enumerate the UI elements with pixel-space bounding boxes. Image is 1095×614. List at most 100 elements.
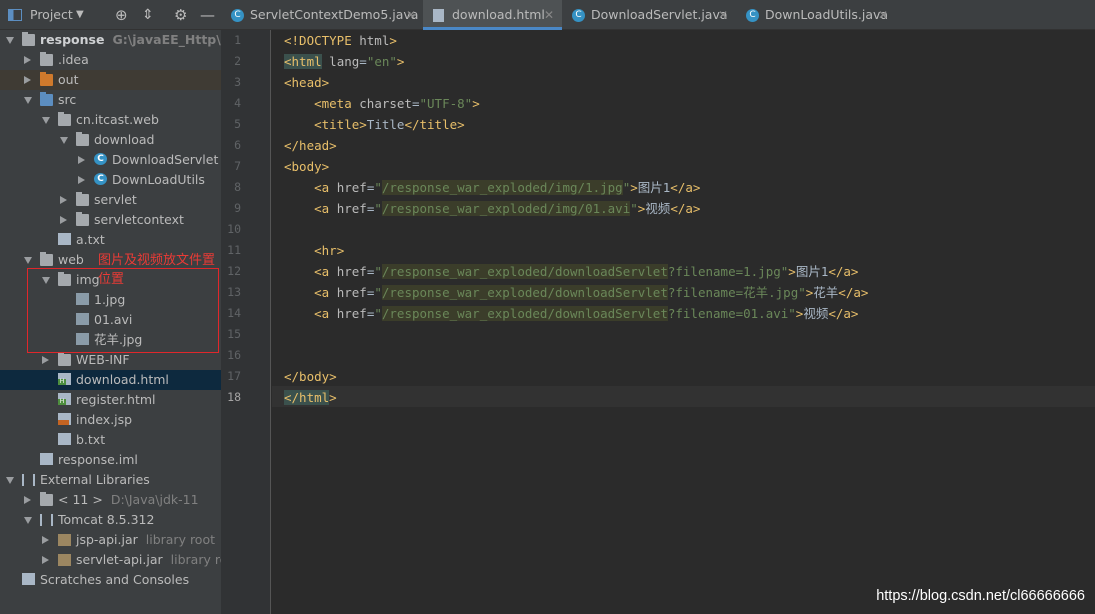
tab-servletcontextdemo5[interactable]: C ServletContextDemo5.java ✕ [221,0,423,30]
close-icon[interactable]: ✕ [544,0,554,30]
chevron-right-icon[interactable] [24,56,31,64]
tree-item-label: .idea [58,52,89,67]
chevron-right-icon[interactable] [42,556,49,564]
folder-icon [58,352,71,366]
tree-item-response[interactable]: responseG:\javaEE_Http\http_ [0,30,221,50]
chevron-right-icon[interactable] [78,156,85,164]
tree-item-label: src [58,92,77,107]
tree-item-index-jsp[interactable]: index.jsp [0,410,221,430]
chevron-down-icon[interactable] [6,477,14,484]
chevron-right-icon[interactable] [78,176,85,184]
chevron-down-icon[interactable] [24,97,32,104]
project-panel-header: Project ▼ ⊕ ⇕ ⚙ — [0,0,221,30]
locate-target-icon[interactable]: ⊕ [115,0,128,30]
folder-icon [40,52,53,66]
chevron-down-icon[interactable] [60,137,68,144]
jdk-icon [40,492,53,506]
minimize-icon[interactable]: — [200,0,215,30]
package-icon [76,132,89,146]
tree-item-web-inf[interactable]: WEB-INF [0,350,221,370]
code-line[interactable]: <title>Title</title> [284,114,465,135]
gutter-separator [270,30,271,614]
tree-item-response-iml[interactable]: response.iml [0,450,221,470]
chevron-right-icon[interactable] [60,216,67,224]
code-line[interactable]: <a href="/response_war_exploded/img/01.a… [284,198,700,219]
code-line[interactable]: <a href="/response_war_exploded/img/1.jp… [284,177,700,198]
chevron-right-icon[interactable] [60,196,67,204]
tree-item-register-html[interactable]: register.html [0,390,221,410]
gear-icon[interactable]: ⚙ [174,0,187,30]
file-icon [58,233,71,245]
code-line[interactable]: <hr> [284,240,344,261]
editor-tab-bar: C ServletContextDemo5.java ✕ download.ht… [221,0,1095,30]
collapse-all-icon[interactable]: ⇕ [142,0,154,30]
close-icon[interactable]: ✕ [718,0,728,30]
tree-item-jsp-api-jar[interactable]: jsp-api.jar library root [0,530,221,550]
tree-item-download[interactable]: download [0,130,221,150]
tree-item-downloadservlet[interactable]: C DownloadServlet [0,150,221,170]
tree-item-b-txt[interactable]: b.txt [0,430,221,450]
line-number: 13 [227,285,241,299]
tree-item-servlet-api-jar[interactable]: servlet-api.jarlibrary root [0,550,221,570]
line-number: 14 [227,306,241,320]
code-line[interactable]: </body> [284,366,337,387]
current-line-highlight [272,386,1095,407]
line-number: 16 [227,348,241,362]
tree-item-downloadutils[interactable]: C DownLoadUtils [0,170,221,190]
chevron-down-icon[interactable] [42,117,50,124]
chevron-right-icon[interactable] [42,536,49,544]
tree-item-scratches-and-consoles[interactable]: Scratches and Consoles [0,570,221,590]
chevron-down-icon[interactable] [6,37,14,44]
chevron-down-icon[interactable] [24,257,32,264]
tab-downloadservlet[interactable]: C DownloadServlet.java ✕ [562,0,736,30]
chevron-down-icon[interactable]: ▼ [76,0,84,30]
tree-item-11[interactable]: < 11 > D:\Java\jdk-11 [0,490,221,510]
code-editor[interactable]: <!DOCTYPE html> <html lang="en"> <head> <m… [272,30,1095,614]
code-line[interactable]: <html lang="en"> [284,51,404,72]
line-number: 18 [227,390,241,404]
html-file-icon [58,373,71,385]
chevron-right-icon[interactable] [24,76,31,84]
package-icon [76,192,89,206]
package-icon [58,112,71,126]
code-line[interactable]: <body> [284,156,329,177]
tab-label: DownloadServlet.java [591,7,728,22]
tree-item-src[interactable]: src [0,90,221,110]
close-icon[interactable]: ✕ [406,0,416,30]
code-line[interactable]: <a href="/response_war_exploded/download… [284,303,858,324]
chevron-right-icon[interactable] [42,356,49,364]
tree-item-idea[interactable]: .idea [0,50,221,70]
tree-item-a-txt[interactable]: a.txt [0,230,221,250]
code-line[interactable]: <head> [284,72,329,93]
tree-item-external-libraries[interactable]: External Libraries [0,470,221,490]
tree-item-cn-itcast-web[interactable]: cn.itcast.web [0,110,221,130]
tree-item-label: Tomcat 8.5.312 [58,512,155,527]
code-line[interactable]: <!DOCTYPE html> [284,30,397,51]
line-number: 15 [227,327,241,341]
folder-web-icon [40,252,53,266]
tab-label: DownLoadUtils.java [765,7,889,22]
tab-download-html[interactable]: download.html ✕ [423,0,562,30]
tree-item-download-html[interactable]: download.html [0,370,221,390]
tree-item-servletcontext[interactable]: servletcontext [0,210,221,230]
chevron-down-icon[interactable] [24,517,32,524]
library-icon [22,474,35,486]
code-line[interactable]: <a href="/response_war_exploded/download… [284,261,858,282]
project-view-icon [8,0,24,30]
chevron-right-icon[interactable] [24,496,31,504]
tree-item-label: register.html [76,392,156,407]
code-line[interactable]: </html> [284,387,337,408]
tab-downloadutils[interactable]: C DownLoadUtils.java ✕ [736,0,896,30]
tab-label: download.html [452,7,545,22]
tree-item-out[interactable]: out [0,70,221,90]
close-icon[interactable]: ✕ [878,0,888,30]
scratches-icon [22,573,35,585]
code-line[interactable]: <meta charset="UTF-8"> [284,93,480,114]
tree-item-tomcat-8-5-312[interactable]: Tomcat 8.5.312 [0,510,221,530]
tree-item-servlet[interactable]: servlet [0,190,221,210]
project-view-selector[interactable]: Project [30,0,73,30]
tree-item-extra: library root [145,532,216,547]
jar-icon [58,534,71,546]
code-line[interactable]: <a href="/response_war_exploded/download… [284,282,868,303]
code-line[interactable]: </head> [284,135,337,156]
